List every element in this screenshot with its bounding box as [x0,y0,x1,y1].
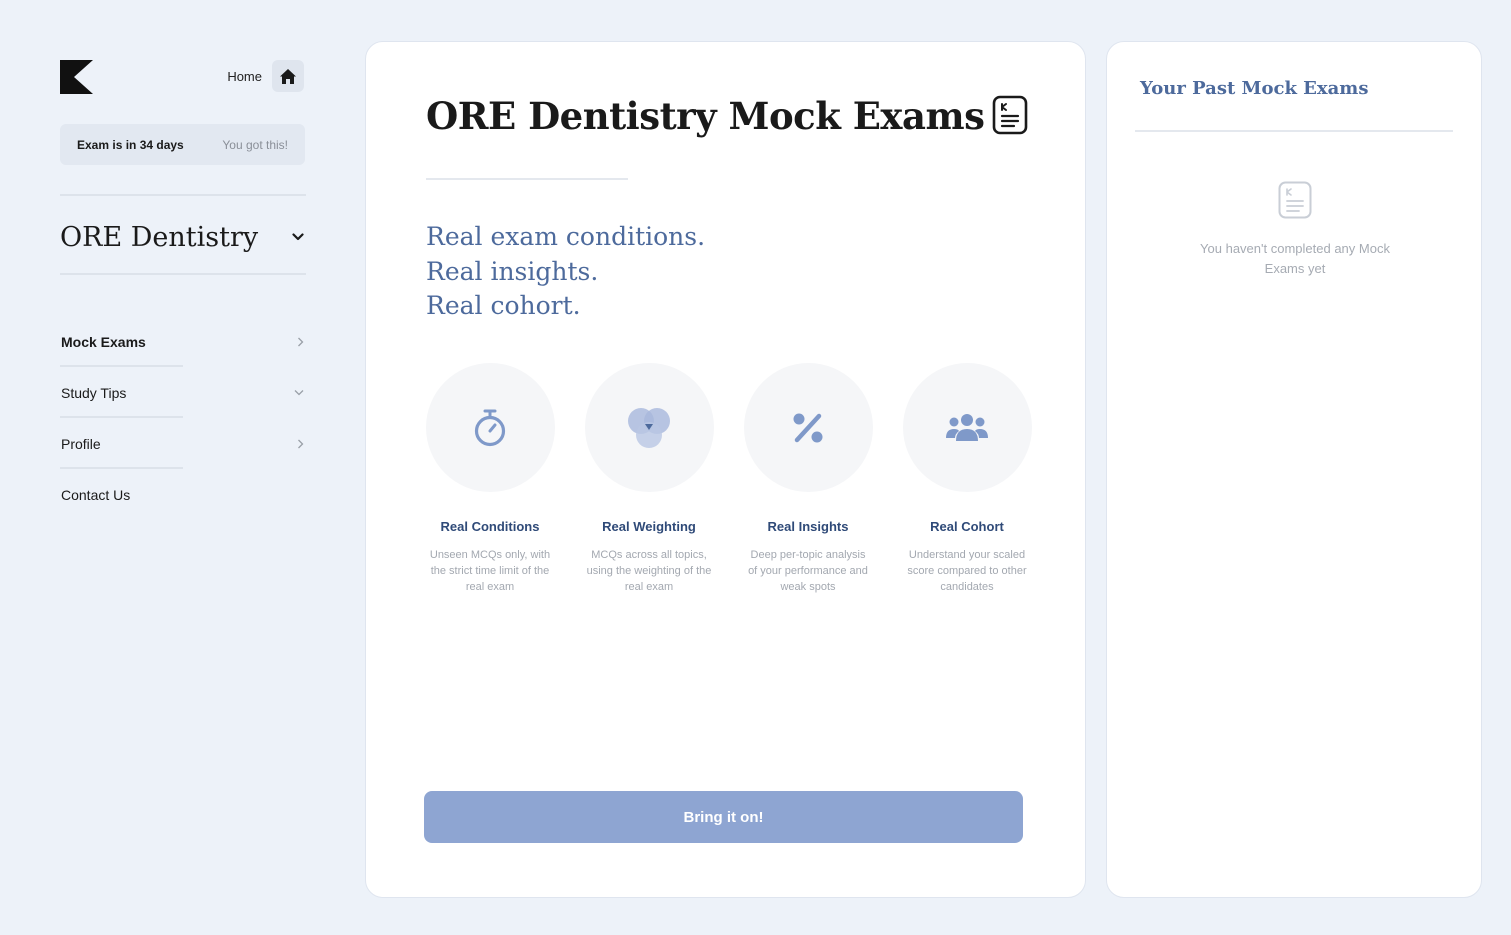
exam-countdown: Exam is in 34 days [77,137,184,152]
feature-description: Unseen MCQs only, with the strict time l… [429,549,551,593]
feature-title: Real Insights [767,519,849,534]
percent-icon [793,413,823,442]
stopwatch-icon [474,409,506,446]
sidebar-nav: Mock Exams Study Tips Profile Contact Us [60,316,306,520]
exam-countdown-pill: Exam is in 34 days You got this! [60,124,305,165]
sidebar-item-profile[interactable]: Profile [60,418,306,469]
divider [60,273,306,275]
encouragement-text: You got this! [222,137,288,152]
sidebar-item-label: Mock Exams [61,333,146,350]
chevron-right-icon [298,337,304,346]
chevron-down-icon [294,390,304,396]
feature-title: Real Conditions [440,519,540,534]
sidebar-item-label: Profile [61,435,101,452]
brand-logo-icon[interactable] [60,60,93,94]
feature-real-conditions: Real Conditions Unseen MCQs only, with t… [425,363,555,595]
home-button[interactable] [272,60,304,92]
feature-list: Real Conditions Unseen MCQs only, with t… [425,363,1035,603]
sidebar-item-label: Contact Us [61,486,131,503]
bring-it-on-button[interactable]: Bring it on! [424,791,1023,843]
feature-icon-circle [425,363,555,492]
course-selector[interactable]: ORE Dentistry [60,218,306,256]
feature-icon-circle [584,363,714,492]
feature-icon-circle [902,363,1032,492]
feature-real-insights: Real Insights Deep per-topic analysis of… [743,363,873,595]
feature-real-cohort: Real Cohort Understand your scaled score… [902,363,1032,595]
cta-label: Bring it on! [683,808,764,826]
empty-document-icon [1278,181,1312,219]
sidebar-item-contact-us[interactable]: Contact Us [60,469,306,520]
feature-description: MCQs across all topics, using the weight… [586,549,712,593]
venn-diagram-icon [628,407,670,448]
feature-icon-circle [743,363,873,492]
sidebar-item-mock-exams[interactable]: Mock Exams [60,316,306,367]
chevron-right-icon [298,439,304,448]
tagline-line: Real exam conditions. [426,222,706,251]
title-divider [426,178,628,180]
divider [60,194,306,196]
mock-exams-card: ORE Dentistry Mock Exams Real exam condi… [365,41,1086,898]
tagline: Real exam conditions. Real insights. Rea… [426,220,705,324]
page-title: ORE Dentistry Mock Exams [426,94,985,138]
exam-document-icon[interactable] [992,95,1028,135]
past-exams-title: Your Past Mock Exams [1140,78,1369,99]
past-exams-divider [1135,130,1453,132]
feature-description: Understand your scaled score compared to… [907,549,1027,593]
home-icon [280,68,296,84]
past-exams-panel: Your Past Mock Exams You haven't complet… [1106,41,1482,898]
home-label[interactable]: Home [227,69,262,84]
tagline-line: Real insights. [426,256,599,286]
sidebar-item-label: Study Tips [61,384,127,401]
course-name: ORE Dentistry [60,221,259,253]
group-icon [946,413,988,441]
empty-state: You haven't completed any Mock Exams yet [1107,181,1483,279]
feature-title: Real Cohort [930,519,1004,534]
empty-state-text: You haven't completed any Mock Exams yet [1200,241,1390,276]
chevron-down-icon [292,233,304,241]
home-link[interactable]: Home [227,60,304,92]
feature-real-weighting: Real Weighting MCQs across all topics, u… [584,363,714,595]
tagline-line: Real cohort. [426,291,581,320]
feature-title: Real Weighting [602,519,696,534]
sidebar-item-study-tips[interactable]: Study Tips [60,367,306,418]
feature-description: Deep per-topic analysis of your performa… [748,549,868,593]
